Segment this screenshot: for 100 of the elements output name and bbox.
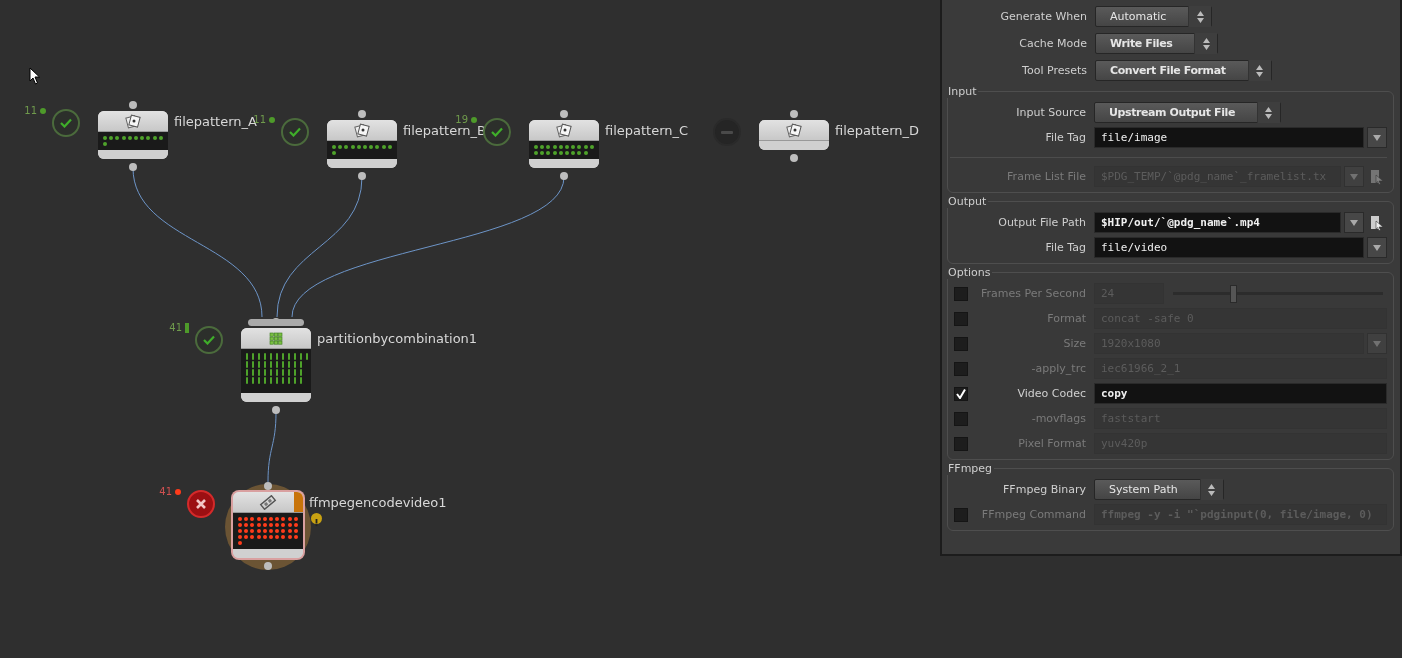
count-marker-icon — [185, 322, 189, 333]
files-icon — [125, 113, 141, 129]
node-footer — [759, 141, 829, 150]
menu-button[interactable]: Write Files — [1095, 33, 1219, 54]
menu-button[interactable]: System Path — [1094, 479, 1224, 500]
node-footer — [98, 150, 168, 159]
dropdown-arrow-icon — [1373, 134, 1381, 141]
checkbox[interactable] — [954, 336, 968, 351]
text-field[interactable]: file/image — [1094, 127, 1364, 148]
dropdown-button[interactable] — [1367, 237, 1387, 258]
checkbox[interactable] — [954, 411, 968, 426]
node-body[interactable] — [241, 328, 311, 402]
parameter-label: Pixel Format — [1017, 437, 1086, 450]
group-title: Output — [947, 195, 988, 208]
parameter-label: Generate When — [999, 10, 1087, 23]
parameter-label: File Tag — [1044, 131, 1086, 144]
input-connector[interactable] — [358, 110, 366, 118]
menu-button[interactable]: Convert File Format — [1095, 60, 1272, 81]
output-connector[interactable] — [264, 562, 272, 570]
node-body[interactable] — [529, 120, 599, 168]
node-name: ffmpegencodevideo1 — [309, 495, 447, 510]
dropdown-button[interactable] — [1367, 127, 1387, 148]
slider-handle[interactable] — [1229, 284, 1237, 303]
output-connector[interactable] — [790, 154, 798, 162]
text-field[interactable]: file/video — [1094, 237, 1364, 258]
dropdown-arrow-icon — [1350, 219, 1358, 226]
input-connector[interactable] — [560, 110, 568, 118]
parameter-label: Frame List File — [1006, 170, 1086, 183]
work-item-count: 41 — [169, 322, 182, 333]
dropdown-arrow-icon — [1373, 244, 1381, 251]
count-marker-icon — [40, 107, 46, 114]
node-footer — [327, 159, 397, 168]
checkbox[interactable] — [954, 286, 968, 301]
parameter-label: Frames Per Second — [980, 287, 1086, 300]
group-title: FFmpeg — [947, 462, 994, 475]
node-body[interactable] — [327, 120, 397, 168]
dropdown-arrow-icon — [1373, 340, 1381, 347]
input-connector[interactable] — [129, 101, 137, 109]
count-marker-icon — [471, 116, 477, 123]
text-field[interactable]: $HIP/out/`@pdg_name`.mp4 — [1094, 212, 1341, 233]
parameter-label: Cache Mode — [1018, 37, 1087, 50]
connection-wire — [267, 411, 277, 483]
output-connector[interactable] — [358, 172, 366, 180]
node-body[interactable] — [98, 111, 168, 159]
menu-button[interactable]: Automatic — [1095, 6, 1213, 27]
work-item-count: 41 — [159, 486, 172, 497]
parameter-label: FFmpeg Command — [980, 508, 1086, 521]
file-cursor-icon — [1370, 168, 1384, 185]
node-footer — [241, 393, 311, 402]
up-down-arrows-icon — [1196, 10, 1204, 23]
parameter-label: Size — [1062, 337, 1086, 350]
work-item-count: 19 — [455, 114, 468, 125]
menu-button[interactable]: Upstream Output File — [1094, 102, 1281, 123]
dropdown-button[interactable] — [1344, 212, 1364, 233]
checkbox[interactable] — [954, 436, 968, 451]
input-connector[interactable] — [264, 482, 272, 490]
checkbox[interactable] — [954, 361, 968, 376]
up-down-arrows-icon — [1202, 37, 1210, 50]
parameter-label: Video Codec — [1016, 387, 1086, 400]
work-items-panel — [98, 132, 168, 150]
checkbox[interactable] — [954, 507, 968, 522]
up-down-arrows-icon — [1208, 483, 1216, 496]
dropdown-button[interactable] — [1367, 333, 1387, 354]
output-connector[interactable] — [560, 172, 568, 180]
parameter-label: FFmpeg Binary — [1002, 483, 1086, 496]
node-footer — [529, 159, 599, 168]
count-marker-icon — [175, 488, 181, 495]
up-down-arrows-icon — [1256, 64, 1264, 77]
file-cursor-icon — [1370, 214, 1384, 231]
up-down-arrows-icon — [1265, 106, 1273, 119]
film-strip-icon — [259, 494, 277, 510]
text-field[interactable]: copy — [1094, 383, 1387, 404]
grid-icon — [268, 330, 284, 346]
parameter-label: Format — [1046, 312, 1086, 325]
node-body[interactable] — [233, 492, 303, 558]
node-name: filepattern_B — [403, 123, 486, 138]
parameter-label: Output File Path — [997, 216, 1086, 229]
parameter-label: Tool Presets — [1021, 64, 1087, 77]
work-items-panel — [327, 141, 397, 159]
checkbox[interactable] — [954, 386, 968, 401]
parameter-label: Input Source — [1015, 106, 1086, 119]
node-flag — [294, 492, 303, 512]
node-name: filepattern_D — [835, 123, 920, 138]
merge-input-bar[interactable] — [248, 319, 304, 326]
dropdown-arrow-icon — [1350, 173, 1358, 180]
group-title: Input — [947, 85, 978, 98]
input-connector[interactable] — [790, 110, 798, 118]
output-connector[interactable] — [129, 163, 137, 171]
work-item-count: 11 — [24, 105, 37, 116]
parameter-label: -movflags — [1030, 412, 1086, 425]
node-name: partitionbycombination1 — [317, 331, 478, 346]
work-items-panel — [241, 349, 311, 393]
files-icon — [556, 122, 572, 138]
mouse-cursor-icon — [29, 67, 41, 85]
node-name: filepattern_C — [605, 123, 689, 138]
files-icon — [786, 122, 802, 138]
work-items-panel — [529, 141, 599, 159]
checkbox[interactable] — [954, 311, 968, 326]
output-connector[interactable] — [272, 406, 280, 414]
node-body[interactable] — [759, 120, 829, 150]
